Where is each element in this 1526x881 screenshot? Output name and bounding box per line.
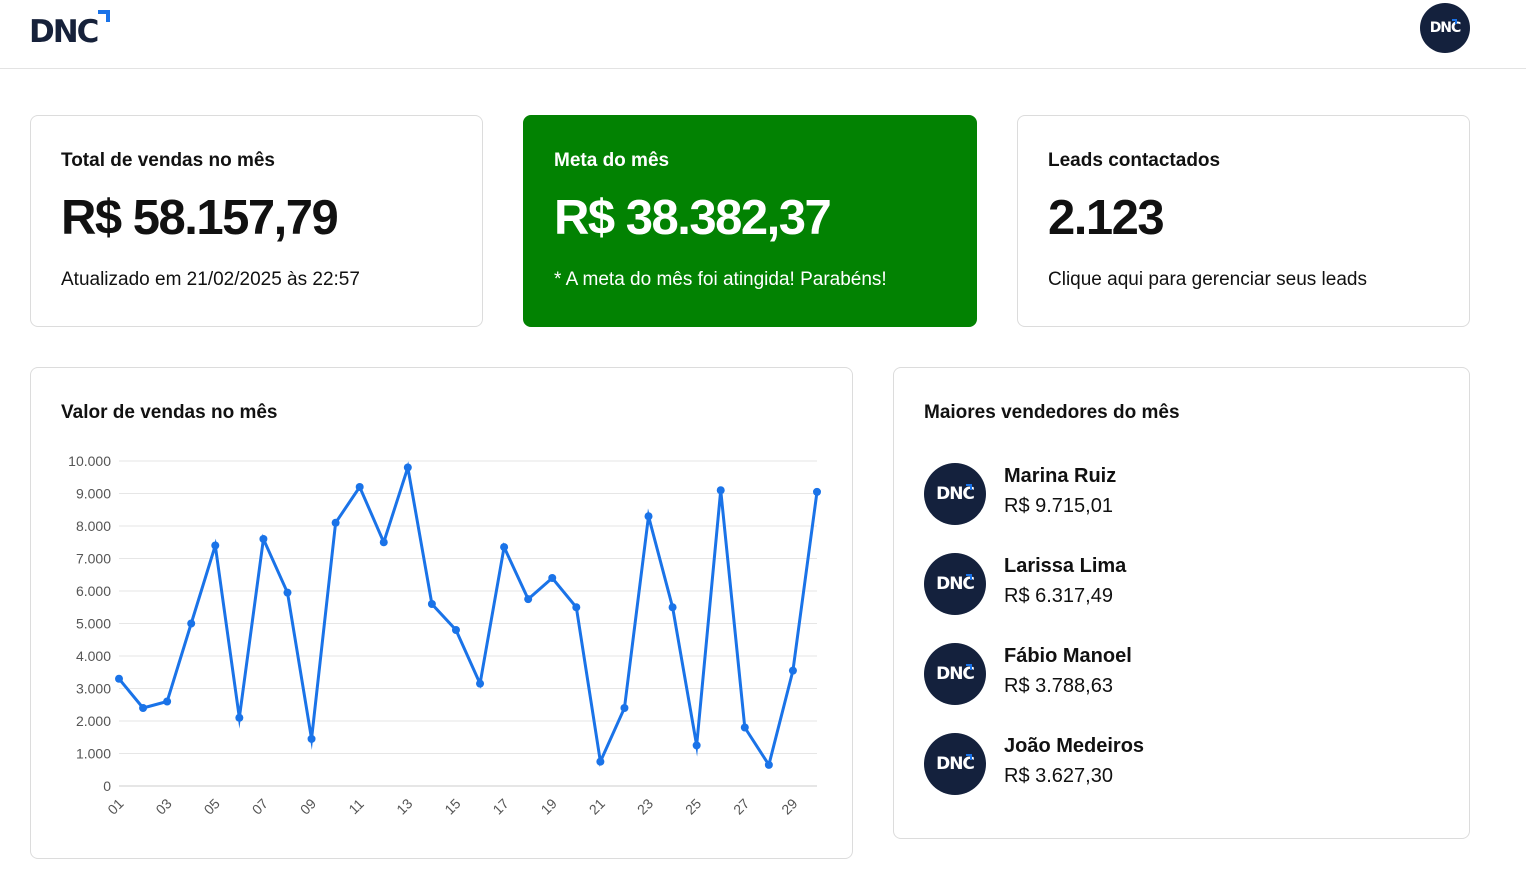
seller-avatar: DNC bbox=[924, 553, 986, 615]
y-tick-label: 9.000 bbox=[76, 486, 111, 502]
data-point[interactable] bbox=[548, 574, 557, 582]
x-tick-label: 09 bbox=[297, 795, 319, 817]
data-point[interactable] bbox=[115, 674, 123, 683]
last-updated-text: Atualizado em 21/02/2025 às 22:57 bbox=[61, 269, 360, 290]
data-point[interactable] bbox=[355, 483, 364, 491]
y-tick-label: 0 bbox=[103, 778, 111, 794]
avatar-corner-icon bbox=[966, 754, 972, 760]
sales-chart-card: Valor de vendas no mês 0 1.000 2.000 3.000 4… bbox=[30, 367, 853, 859]
y-tick-label: 8.000 bbox=[76, 518, 111, 534]
leads-count-value: 2.123 bbox=[1048, 191, 1165, 245]
card-title: Leads contactados bbox=[1048, 150, 1221, 171]
y-tick-label: 5.000 bbox=[76, 616, 111, 632]
seller-item: DNC Marina Ruiz R$ 9.715,01 bbox=[924, 463, 1424, 525]
avatar-corner-icon bbox=[966, 574, 972, 580]
seller-avatar: DNC bbox=[924, 733, 986, 795]
top-sellers-title: Maiores vendedores do mês bbox=[924, 402, 1180, 423]
sales-series-line bbox=[117, 461, 819, 769]
data-point[interactable] bbox=[500, 543, 509, 552]
data-point[interactable] bbox=[813, 487, 821, 496]
data-point[interactable] bbox=[283, 588, 292, 597]
data-point[interactable] bbox=[524, 595, 533, 604]
x-tick-label: 23 bbox=[634, 795, 656, 817]
seller-name: Marina Ruiz bbox=[1004, 465, 1117, 487]
top-sellers-card: Maiores vendedores do mês DNC Marina Rui… bbox=[893, 367, 1470, 839]
total-sales-value: R$ 58.157,79 bbox=[61, 191, 339, 245]
data-point[interactable] bbox=[620, 704, 629, 712]
x-tick-label: 11 bbox=[345, 796, 367, 818]
dnc-logo[interactable]: DNC bbox=[29, 10, 111, 50]
data-point[interactable] bbox=[211, 541, 220, 550]
data-point[interactable] bbox=[307, 734, 316, 743]
data-point[interactable] bbox=[476, 679, 485, 688]
data-point[interactable] bbox=[788, 666, 797, 675]
y-tick-label: 1.000 bbox=[76, 746, 111, 762]
y-tick-label: 10.000 bbox=[68, 453, 111, 469]
logo-corner-icon bbox=[98, 10, 111, 22]
user-avatar[interactable]: DNC bbox=[1420, 3, 1470, 53]
x-tick-label: 01 bbox=[104, 795, 126, 817]
seller-avatar: DNC bbox=[924, 463, 986, 525]
x-tick-label: 21 bbox=[586, 795, 608, 817]
y-tick-label: 7.000 bbox=[76, 551, 111, 567]
y-tick-label: 4.000 bbox=[76, 648, 111, 664]
card-title: Meta do mês bbox=[554, 150, 670, 171]
seller-amount: R$ 9.715,01 bbox=[1004, 495, 1113, 517]
x-tick-label: 19 bbox=[538, 795, 560, 817]
seller-amount: R$ 6.317,49 bbox=[1004, 585, 1113, 607]
logo-text: DNC bbox=[29, 14, 99, 50]
seller-item: DNC Larissa Lima R$ 6.317,49 bbox=[924, 553, 1424, 615]
monthly-goal-value: R$ 38.382,37 bbox=[554, 191, 832, 245]
y-tick-label: 3.000 bbox=[76, 681, 111, 697]
data-point[interactable] bbox=[235, 713, 244, 722]
data-point[interactable] bbox=[163, 697, 172, 706]
monthly-goal-card: Meta do mês R$ 38.382,37 * A meta do mês… bbox=[523, 115, 977, 327]
x-tick-label: 17 bbox=[489, 795, 511, 817]
card-title: Total de vendas no mês bbox=[61, 150, 275, 171]
data-point[interactable] bbox=[740, 723, 749, 732]
y-tick-label: 2.000 bbox=[76, 713, 111, 729]
data-point[interactable] bbox=[764, 760, 773, 769]
seller-name: Larissa Lima bbox=[1004, 555, 1127, 577]
data-point[interactable] bbox=[451, 626, 460, 634]
data-point[interactable] bbox=[139, 704, 148, 712]
data-point[interactable] bbox=[403, 463, 412, 472]
data-point[interactable] bbox=[644, 512, 653, 521]
x-tick-label: 25 bbox=[682, 795, 704, 817]
data-point[interactable] bbox=[716, 486, 725, 495]
y-tick-label: 6.000 bbox=[76, 583, 111, 599]
manage-leads-link[interactable]: Clique aqui para gerenciar seus leads bbox=[1048, 269, 1367, 291]
x-tick-label: 03 bbox=[152, 795, 174, 817]
sales-line-chart: 0 1.000 2.000 3.000 4.000 5.000 6.000 7.000 8.00… bbox=[68, 453, 821, 818]
x-tick-label: 15 bbox=[441, 795, 463, 817]
x-tick-label: 05 bbox=[201, 795, 223, 817]
avatar-corner-icon bbox=[966, 664, 972, 670]
x-tick-label: 27 bbox=[730, 795, 752, 817]
data-point[interactable] bbox=[692, 741, 701, 750]
x-tick-label: 13 bbox=[393, 795, 415, 817]
x-tick-label: 29 bbox=[778, 795, 800, 817]
seller-amount: R$ 3.788,63 bbox=[1004, 675, 1113, 697]
data-point[interactable] bbox=[259, 535, 268, 543]
seller-item: DNC João Medeiros R$ 3.627,30 bbox=[924, 733, 1424, 795]
data-point[interactable] bbox=[596, 757, 605, 766]
data-point[interactable] bbox=[379, 538, 388, 547]
data-point[interactable] bbox=[187, 619, 196, 628]
leads-card[interactable]: Leads contactados 2.123 Clique aqui para… bbox=[1017, 115, 1470, 327]
seller-item: DNC Fábio Manoel R$ 3.788,63 bbox=[924, 643, 1424, 705]
x-tick-label: 07 bbox=[249, 795, 271, 817]
seller-avatar: DNC bbox=[924, 643, 986, 705]
data-point[interactable] bbox=[668, 603, 677, 612]
seller-name: Fábio Manoel bbox=[1004, 645, 1132, 667]
data-point[interactable] bbox=[427, 600, 436, 608]
avatar-corner-icon bbox=[1452, 19, 1457, 24]
seller-name: João Medeiros bbox=[1004, 735, 1145, 757]
goal-reached-message: * A meta do mês foi atingida! Parabéns! bbox=[554, 269, 887, 290]
total-sales-card: Total de vendas no mês R$ 58.157,79 Atua… bbox=[30, 115, 483, 327]
data-point[interactable] bbox=[572, 603, 581, 612]
top-bar: DNC DNC bbox=[0, 0, 1526, 69]
data-point[interactable] bbox=[331, 518, 340, 527]
avatar-corner-icon bbox=[966, 484, 972, 490]
seller-amount: R$ 3.627,30 bbox=[1004, 765, 1113, 787]
